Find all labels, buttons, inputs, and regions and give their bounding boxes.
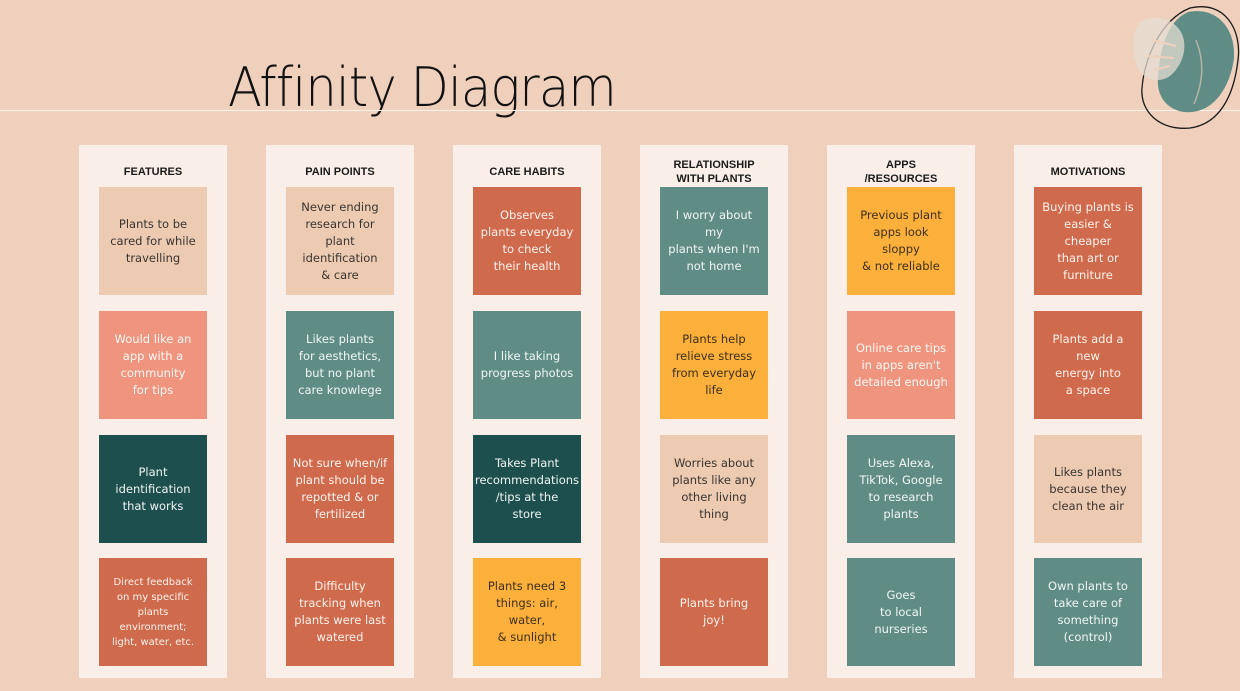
- sticky-note: Plants bring joy!: [660, 558, 768, 666]
- sticky-note: Own plants to take care of something (co…: [1034, 558, 1142, 666]
- sticky-note: Plants need 3 things: air, water, & sunl…: [473, 558, 581, 666]
- sticky-note: Online care tips in apps aren't detailed…: [847, 311, 955, 419]
- sticky-note: Would like an app with a community for t…: [99, 311, 207, 419]
- column-relationship-with-plants: RELATIONSHIP WITH PLANTS I worry about my…: [640, 145, 788, 678]
- sticky-note: Plants to be cared for while travelling: [99, 187, 207, 295]
- sticky-note: Goes to local nurseries: [847, 558, 955, 666]
- sticky-note: I worry about my plants when I'm not hom…: [660, 187, 768, 295]
- sticky-note: Direct feedback on my specific plants en…: [99, 558, 207, 666]
- sticky-note: Observes plants everyday to check their …: [473, 187, 581, 295]
- sticky-note: Plant identification that works: [99, 435, 207, 543]
- sticky-note: Plants add a new energy into a space: [1034, 311, 1142, 419]
- sticky-note: Difficulty tracking when plants were las…: [286, 558, 394, 666]
- sticky-note: Uses Alexa, TikTok, Google to research p…: [847, 435, 955, 543]
- sticky-note: Never ending research for plant identifi…: [286, 187, 394, 295]
- column-features: FEATURES Plants to be cared for while tra…: [79, 145, 227, 678]
- column-care-habits: CARE HABITS Observes plants everyday to c…: [453, 145, 601, 678]
- column-pain-points: PAIN POINTS Never ending research for pla…: [266, 145, 414, 678]
- sticky-note: Previous plant apps look sloppy & not re…: [847, 187, 955, 295]
- sticky-note: I like taking progress photos: [473, 311, 581, 419]
- title-divider: [0, 110, 1240, 111]
- column-apps-resources: APPS /RESOURCES Previous plant apps look …: [827, 145, 975, 678]
- sticky-note: Likes plants because they clean the air: [1034, 435, 1142, 543]
- sticky-note: Buying plants is easier & cheaper than a…: [1034, 187, 1142, 295]
- monstera-leaf-icon: [1133, 6, 1240, 129]
- sticky-note: Takes Plant recommendations /tips at the…: [473, 435, 581, 543]
- column-motivations: MOTIVATIONS Buying plants is easier & che…: [1014, 145, 1162, 678]
- sticky-note: Likes plants for aesthetics, but no plan…: [286, 311, 394, 419]
- sticky-note: Not sure when/if plant should be repotte…: [286, 435, 394, 543]
- sticky-note: Worries about plants like any other livi…: [660, 435, 768, 543]
- sticky-note: Plants help relieve stress from everyday…: [660, 311, 768, 419]
